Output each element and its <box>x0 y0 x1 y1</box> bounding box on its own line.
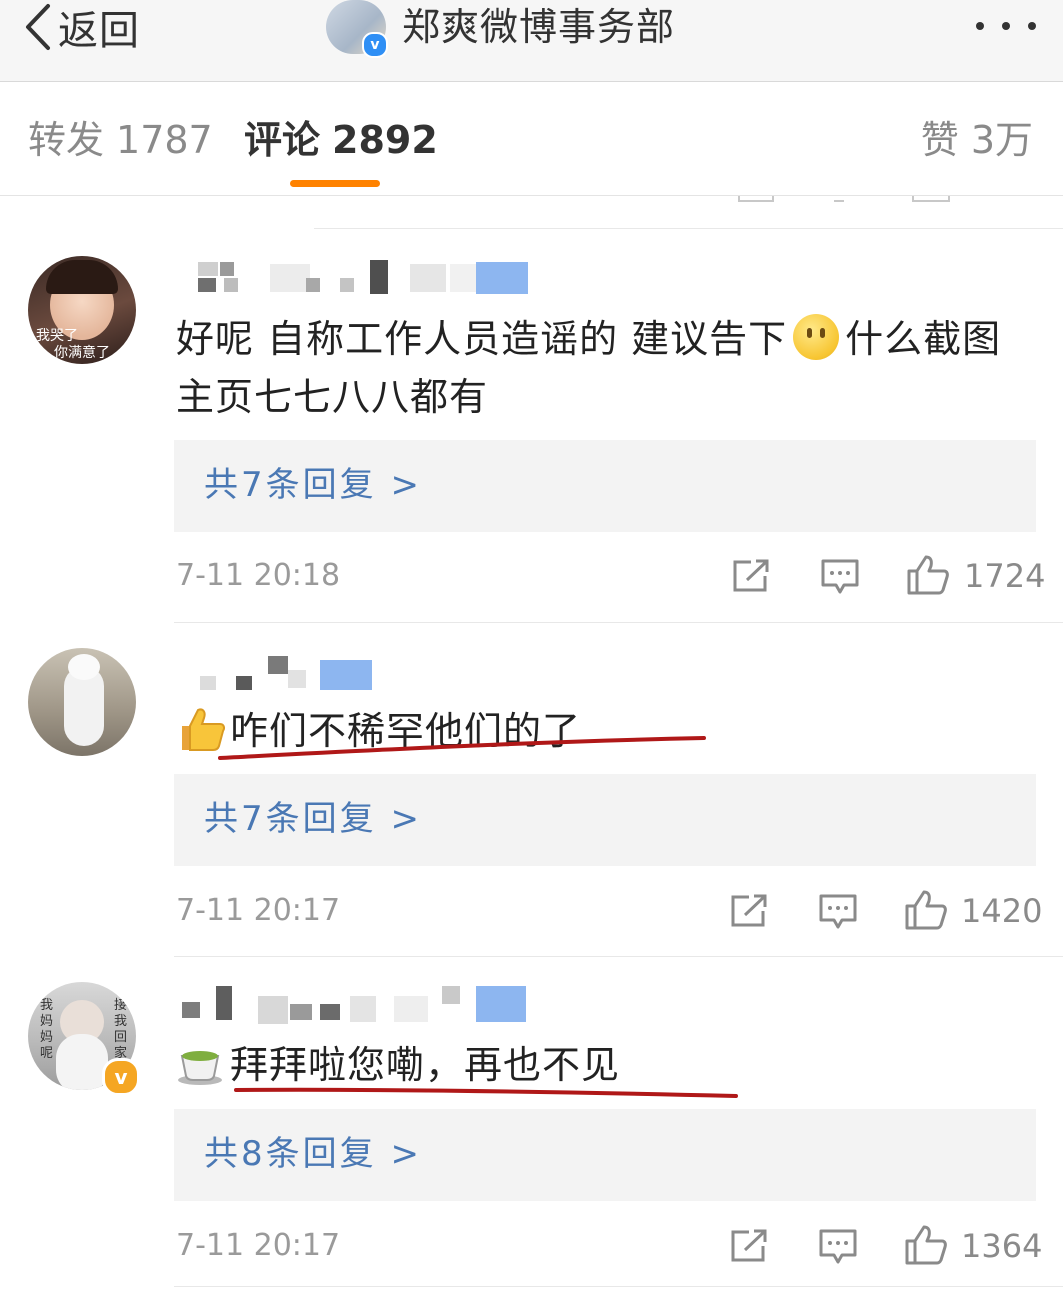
comment-text-line: 主页七七八八都有 <box>176 375 489 419</box>
comment-timestamp: 7-11 20:17 <box>176 1228 341 1263</box>
divider <box>174 1286 1063 1287</box>
verified-badge: v <box>362 32 388 58</box>
avatar-caption: 我哭了 <box>36 328 78 344</box>
replies-box[interactable]: 共7条回复 > <box>174 440 1036 532</box>
avatar-caption: 我妈妈呢 <box>40 998 54 1061</box>
chevron-left-icon <box>26 4 50 50</box>
back-button[interactable]: 返回 <box>22 2 140 54</box>
like-count: 1420 <box>961 892 1043 930</box>
verified-badge: v <box>102 1058 140 1096</box>
avatar-hair <box>46 260 118 294</box>
share-icon[interactable] <box>731 558 771 594</box>
commenter-avatar[interactable]: 我哭了 你满意了 <box>28 256 136 364</box>
tab-repost-label: 转发 <box>28 118 105 162</box>
tab-comment-count: 2892 <box>332 118 438 162</box>
page-title: 郑爽微博事务部 <box>402 5 676 49</box>
view-replies-link[interactable]: 共7条回复 > <box>204 462 422 508</box>
avatar-figure-head <box>68 654 100 680</box>
like-icon[interactable] <box>906 554 950 596</box>
divider <box>174 622 1063 623</box>
comment-text-part: 拜拜啦您嘞，再也不见 <box>230 1043 621 1087</box>
tab-like-label: 赞 <box>920 118 959 162</box>
commenter-avatar[interactable]: 我妈妈呢 接我回家 v <box>28 982 140 1096</box>
comment-text-part: 咋们不稀罕他们的了 <box>230 709 582 753</box>
more-options-icon[interactable] <box>976 14 1036 38</box>
more-dot <box>976 22 984 30</box>
comment-icon <box>834 196 844 202</box>
like-count: 1724 <box>964 557 1046 595</box>
divider <box>174 956 1063 957</box>
tab-comment-label: 评论 <box>244 118 321 162</box>
back-label: 返回 <box>58 8 140 54</box>
like-icon <box>912 196 950 202</box>
comment-text-part: 好呢 自称工作人员造谣的 建议告下 <box>176 317 788 361</box>
comment-text-part: 什么截图 <box>845 317 1002 361</box>
view-replies-link[interactable]: 共8条回复 > <box>204 1131 422 1177</box>
like-count: 1364 <box>961 1227 1043 1265</box>
comment-timestamp: 7-11 20:17 <box>176 893 341 928</box>
share-icon[interactable] <box>729 893 769 929</box>
username-redacted <box>180 986 540 1026</box>
account-avatar[interactable]: v <box>326 0 388 58</box>
tab-comment[interactable]: 评论 2892 <box>244 116 438 164</box>
share-icon <box>738 196 774 202</box>
smile-emoji-icon <box>793 314 840 360</box>
tab-bar: 转发 1787 评论 2892 赞 3万 <box>0 82 1063 196</box>
share-icon[interactable] <box>729 1228 769 1264</box>
thumbs-up-emoji-icon <box>182 708 225 751</box>
comment-text: 咋们不稀罕他们的了 <box>176 702 581 760</box>
commenter-avatar[interactable] <box>28 648 136 756</box>
divider <box>314 228 1063 229</box>
comment-icon[interactable] <box>820 558 860 596</box>
comment-icon[interactable] <box>818 1228 858 1266</box>
tea-emoji-icon <box>178 1051 222 1085</box>
tab-repost-count: 1787 <box>116 118 213 162</box>
tab-repost[interactable]: 转发 1787 <box>28 116 213 164</box>
active-tab-indicator <box>290 180 380 187</box>
username-redacted <box>180 656 540 696</box>
view-replies-link[interactable]: 共7条回复 > <box>204 796 422 842</box>
comment-timestamp: 7-11 20:18 <box>176 558 341 593</box>
avatar-caption: 你满意了 <box>54 345 110 361</box>
previous-comment-actions <box>0 196 1063 208</box>
replies-box[interactable]: 共7条回复 > <box>174 774 1036 866</box>
more-dot <box>1002 22 1010 30</box>
tab-like[interactable]: 赞 3万 <box>921 116 1033 164</box>
nav-bar: 返回 v 郑爽微博事务部 <box>0 0 1063 82</box>
avatar-caption: 接我回家 <box>114 998 128 1061</box>
more-dot <box>1028 22 1036 30</box>
username-redacted <box>180 256 540 296</box>
comment-icon[interactable] <box>818 893 858 931</box>
like-icon[interactable] <box>904 1224 948 1266</box>
tab-like-count: 3万 <box>970 118 1033 162</box>
comment-text: 好呢 自称工作人员造谣的 建议告下 什么截图 主页七七八八都有 <box>176 310 1036 426</box>
replies-box[interactable]: 共8条回复 > <box>174 1109 1036 1201</box>
like-icon[interactable] <box>904 889 948 931</box>
comment-text: 拜拜啦您嘞，再也不见 <box>176 1036 620 1094</box>
